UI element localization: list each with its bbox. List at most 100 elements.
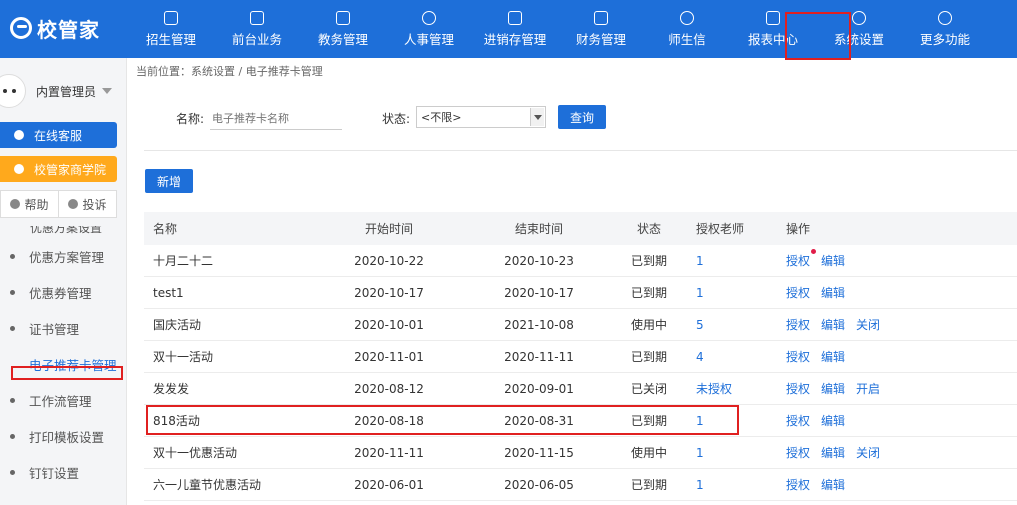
cell-start-time: 2020-10-22 [354, 253, 424, 268]
cell-ops: 授权 编辑 [776, 348, 1017, 365]
nav-item-6[interactable]: 师生信 [644, 0, 730, 58]
cell-end-time: 2020-06-05 [504, 477, 574, 492]
sidebar-item-3[interactable]: 电子推荐卡管理 [0, 346, 126, 382]
cell-ops: 授权 编辑 [776, 476, 1017, 493]
op-link-1[interactable]: 编辑 [821, 380, 845, 397]
cell-name: 双十一活动 [153, 350, 214, 364]
status-select-value: <不限> [421, 111, 462, 124]
cell-teachers-link[interactable]: 1 [684, 446, 776, 460]
cell-teachers-link[interactable]: 1 [684, 254, 776, 268]
cell-teachers-link[interactable]: 4 [684, 350, 776, 364]
cell-teachers-link[interactable]: 1 [684, 414, 776, 428]
person-icon [422, 10, 436, 25]
user-menu[interactable]: 内置管理员 [0, 71, 126, 111]
nav-item-8[interactable]: 系统设置 [816, 0, 902, 58]
online-service-button[interactable]: 在线客服 [0, 122, 117, 148]
nav-item-3[interactable]: 人事管理 [386, 0, 472, 58]
sidebar: 内置管理员 在线客服 校管家商学院 帮助 投诉 优惠方案设置 优惠方案管理优惠券… [0, 58, 127, 505]
filter-bar: 名称: 状态: <不限> 查询 [144, 102, 1016, 134]
sidebar-item-4[interactable]: 工作流管理 [0, 382, 126, 418]
cell-ops: 授权 编辑 关闭 [776, 444, 1017, 461]
sidebar-item-1[interactable]: 优惠券管理 [0, 274, 126, 310]
nav-item-2[interactable]: 教务管理 [300, 0, 386, 58]
table-row: 发发发 2020-08-12 2020-09-01 已关闭 未授权 授权 编辑 开启 [144, 373, 1017, 405]
sidebar-item-2[interactable]: 证书管理 [0, 310, 126, 346]
cell-teachers-link[interactable]: 1 [684, 286, 776, 300]
op-link-1[interactable]: 编辑 [821, 252, 845, 269]
question-icon [10, 199, 21, 209]
cell-ops: 授权 编辑 [776, 249, 1017, 269]
op-link-1[interactable]: 编辑 [821, 284, 845, 301]
op-link-0[interactable]: 授权 [786, 348, 810, 365]
query-button[interactable]: 查询 [558, 105, 606, 129]
nav-item-0[interactable]: 招生管理 [128, 0, 214, 58]
book-icon [336, 10, 350, 25]
nav-item-label: 人事管理 [403, 31, 454, 47]
monitor-icon [250, 10, 264, 25]
sidebar-item-label: 钉钉设置 [29, 465, 80, 481]
complaint-button[interactable]: 投诉 [58, 191, 116, 217]
op-link-0[interactable]: 授权 [786, 249, 817, 269]
cell-start-time: 2020-11-01 [354, 349, 424, 364]
academy-button[interactable]: 校管家商学院 [0, 156, 117, 182]
cell-teachers-link[interactable]: 1 [684, 478, 776, 492]
op-link-0[interactable]: 授权 [786, 444, 810, 461]
cell-status: 使用中 [630, 446, 667, 460]
nav-item-4[interactable]: 进销存管理 [472, 0, 558, 58]
breadcrumb: 当前位置：系统设置 / 电子推荐卡管理 [136, 65, 323, 78]
report-icon [766, 10, 780, 25]
bullet-icon [10, 433, 15, 439]
sidebar-item-5[interactable]: 打印模板设置 [0, 418, 126, 454]
op-link-1[interactable]: 编辑 [821, 316, 845, 333]
status-select[interactable]: <不限> [416, 106, 546, 128]
cell-teachers-link[interactable]: 5 [684, 318, 776, 332]
op-link-2[interactable]: 开启 [856, 380, 880, 397]
cell-ops: 授权 编辑 [776, 412, 1017, 429]
bullet-icon [10, 253, 15, 259]
graduation-cap-icon [14, 164, 24, 174]
sidebar-item-6[interactable]: 钉钉设置 [0, 454, 126, 490]
help-label: 帮助 [24, 197, 49, 212]
header-name: 名称 [153, 222, 178, 236]
logo-text: 校管家 [37, 17, 100, 42]
op-link-0[interactable]: 授权 [786, 380, 810, 397]
help-button[interactable]: 帮助 [1, 191, 58, 217]
sidebar-item-label: 优惠券管理 [29, 285, 92, 301]
nav-item-label: 财务管理 [575, 31, 626, 47]
op-link-0[interactable]: 授权 [786, 412, 810, 429]
sidebar-item-cut[interactable]: 优惠方案设置 [0, 226, 126, 238]
add-button[interactable]: 新增 [145, 169, 193, 193]
op-link-1[interactable]: 编辑 [821, 412, 845, 429]
nav-item-label: 招生管理 [145, 31, 196, 47]
cell-name: 六一儿童节优惠活动 [153, 478, 262, 492]
nav-item-5[interactable]: 财务管理 [558, 0, 644, 58]
op-link-1[interactable]: 编辑 [821, 444, 845, 461]
cell-ops: 授权 编辑 开启 [776, 380, 1017, 397]
op-link-1[interactable]: 编辑 [821, 476, 845, 493]
bullet-icon [10, 325, 15, 331]
nav-item-7[interactable]: 报表中心 [730, 0, 816, 58]
cell-teachers-link[interactable]: 未授权 [684, 380, 776, 397]
header-start-time: 开始时间 [364, 222, 413, 236]
op-link-1[interactable]: 编辑 [821, 348, 845, 365]
nav-item-label: 教务管理 [317, 31, 368, 47]
op-link-2[interactable]: 关闭 [856, 316, 880, 333]
op-link-0[interactable]: 授权 [786, 284, 810, 301]
sidebar-item-label: 证书管理 [29, 321, 80, 337]
logo-icon [10, 17, 32, 39]
sidebar-item-0[interactable]: 优惠方案管理 [0, 238, 126, 274]
sidebar-item-label: 工作流管理 [29, 393, 92, 409]
table-body: 十月二十二 2020-10-22 2020-10-23 已到期 1 授权 编辑 test1 20… [144, 245, 1017, 501]
op-link-2[interactable]: 关闭 [856, 444, 880, 461]
cell-ops: 授权 编辑 关闭 [776, 316, 1017, 333]
cell-start-time: 2020-11-11 [354, 445, 424, 460]
op-link-0[interactable]: 授权 [786, 476, 810, 493]
op-link-0[interactable]: 授权 [786, 316, 810, 333]
name-filter-input[interactable] [210, 108, 342, 130]
nav-item-1[interactable]: 前台业务 [214, 0, 300, 58]
table-row: 双十一活动 2020-11-01 2020-11-11 已到期 4 授权 编辑 [144, 341, 1017, 373]
cell-status: 已到期 [630, 350, 667, 364]
app-logo[interactable]: 校管家 [10, 12, 100, 44]
username: 内置管理员 [36, 84, 97, 99]
nav-item-9[interactable]: 更多功能 [902, 0, 988, 58]
